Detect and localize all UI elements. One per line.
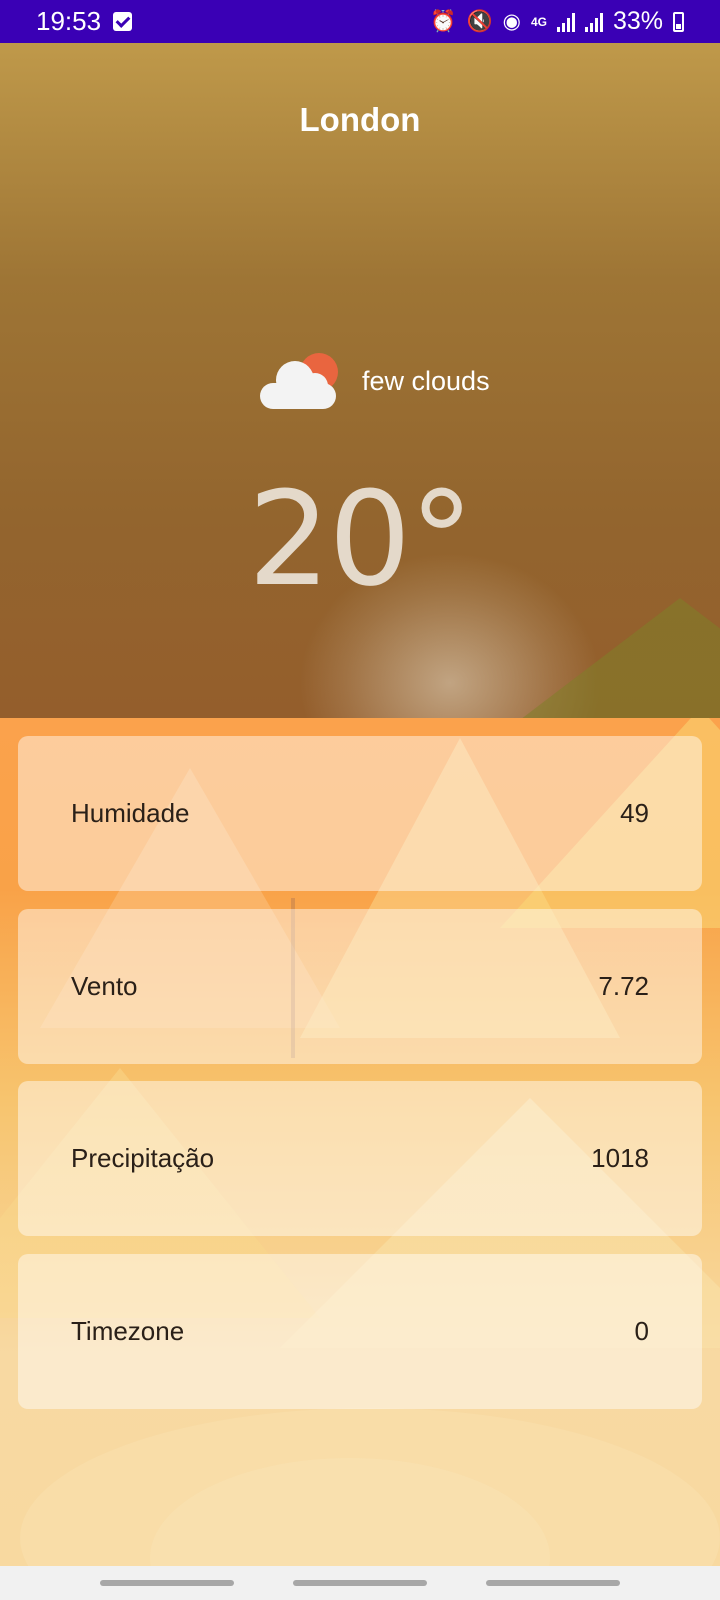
detail-label: Vento — [71, 971, 138, 1001]
condition-text: few clouds — [362, 365, 490, 396]
nav-back-gesture[interactable] — [99, 1580, 234, 1586]
status-icons: ⏰ 🔇 ◉ 4G 33% — [430, 7, 684, 36]
cloud-sun-icon — [260, 353, 340, 409]
detail-label: Humidade — [71, 798, 190, 828]
detail-label: Timezone — [71, 1316, 185, 1346]
network-type: 4G — [530, 14, 547, 29]
battery-percent: 33% — [612, 7, 663, 35]
task-check-icon — [113, 12, 133, 31]
detail-value: 0 — [634, 1316, 649, 1346]
details-area: Humidade 49 Vento 7.72 Precipitação 1018… — [0, 718, 720, 1566]
city-name: London — [299, 101, 421, 138]
detail-card-wind: Vento 7.72 — [18, 909, 702, 1064]
detail-value: 1018 — [591, 1143, 649, 1173]
temperature: 20° — [247, 463, 474, 615]
signal-icon — [556, 12, 575, 32]
detail-value: 49 — [620, 798, 649, 828]
detail-card-humidity: Humidade 49 — [18, 736, 702, 891]
detail-value: 7.72 — [598, 971, 649, 1001]
weather-header: London few clouds 20° — [0, 43, 720, 718]
mountain-peak — [470, 598, 720, 718]
system-nav-bar — [0, 1566, 720, 1600]
detail-label: Precipitação — [71, 1143, 215, 1173]
detail-card-timezone: Timezone 0 — [18, 1254, 702, 1409]
status-time: 19:53 — [36, 6, 102, 36]
signal-icon — [584, 12, 603, 32]
hotspot-icon: ◉ — [502, 10, 521, 33]
nav-home-gesture[interactable] — [292, 1580, 427, 1586]
nav-recents-gesture[interactable] — [486, 1580, 621, 1586]
mute-icon: 🔇 — [466, 10, 493, 33]
detail-card-precipitation: Precipitação 1018 — [18, 1081, 702, 1236]
condition-row: few clouds — [260, 353, 490, 409]
battery-charging-icon — [673, 11, 684, 32]
alarm-icon: ⏰ — [430, 10, 457, 33]
status-bar: 19:53 ⏰ 🔇 ◉ 4G 33% — [0, 0, 720, 43]
